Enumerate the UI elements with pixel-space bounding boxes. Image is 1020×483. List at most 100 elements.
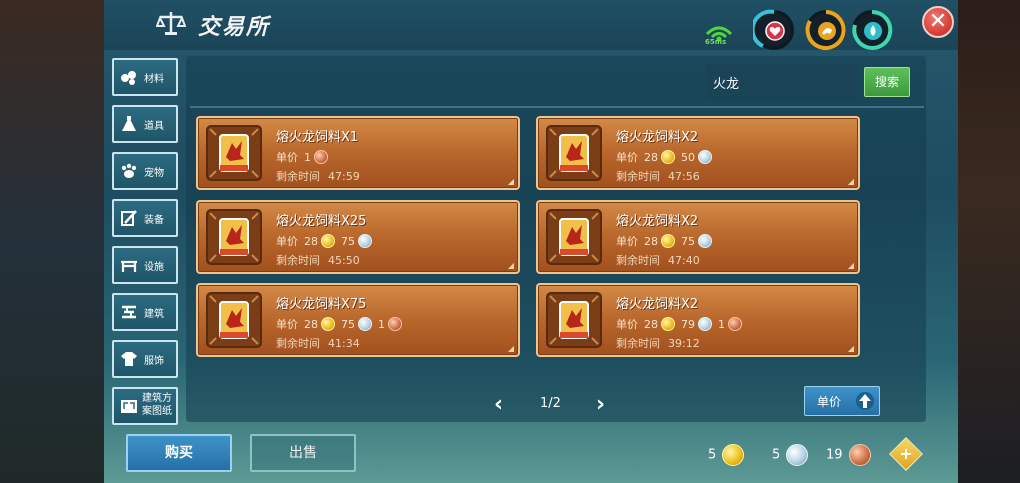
price-amount: 28 (304, 317, 318, 331)
listing-name: 熔火龙饲料X2 (616, 130, 699, 145)
time-remaining: 47:56 (668, 170, 700, 183)
listing-time: 剩余时间 39:12 (616, 335, 700, 351)
price-label: 单价 (616, 235, 638, 248)
time-remaining: 47:59 (328, 170, 360, 183)
listing-price: 单价 1 (276, 149, 334, 165)
window-title: 交易所 (198, 15, 271, 40)
silver-coin-icon (698, 234, 712, 248)
gold-coin-icon (321, 234, 335, 248)
listing-name: 熔火龙饲料X2 (616, 297, 699, 312)
clothing-icon (121, 352, 137, 366)
corner-ornament-icon: ◢ (507, 177, 514, 186)
sidebar-item-facility[interactable]: 设施 (112, 246, 178, 284)
listing-price: 单价 28 50 (616, 149, 718, 165)
price-label: 单价 (616, 318, 638, 331)
dragon-feed-icon (546, 292, 602, 348)
sort-by-price-button[interactable]: 单价 (804, 386, 880, 416)
corner-ornament-icon: ◢ (507, 261, 514, 270)
health-gauge[interactable] (753, 9, 794, 50)
price-amount: 75 (341, 234, 355, 248)
sidebar-item-props[interactable]: 道具 (112, 105, 178, 143)
silver-coin-icon (786, 444, 809, 466)
listing-card[interactable]: 熔火龙饲料X25 单价 28 75 剩余时间 45:50 ◢ (196, 200, 520, 274)
copper-coin-icon (728, 317, 742, 331)
arrow-up-icon (856, 392, 874, 410)
props-icon (122, 116, 136, 131)
sidebar-item-label: 材料 (144, 74, 164, 85)
sidebar-item-blueprint[interactable]: 建筑方案图纸 (112, 387, 178, 425)
time-remaining: 39:12 (668, 337, 700, 350)
listing-price: 单价 28 75 (276, 233, 378, 249)
listing-time: 剩余时间 47:56 (616, 168, 700, 184)
copper-amount: 19 (826, 447, 843, 463)
price-label: 单价 (276, 235, 298, 248)
search-input[interactable] (707, 64, 857, 100)
time-label: 剩余时间 (276, 170, 320, 183)
dragon-feed-icon (546, 125, 602, 181)
copper-coin-icon (848, 444, 871, 466)
dragon-feed-icon (206, 125, 262, 181)
corner-ornament-icon: ◢ (847, 344, 854, 353)
sidebar-item-pets[interactable]: 宠物 (112, 152, 178, 190)
listing-time: 剩余时间 47:59 (276, 168, 360, 184)
time-remaining: 41:34 (328, 337, 360, 350)
price-amount: 75 (341, 317, 355, 331)
background-right (958, 0, 1020, 483)
listing-time: 剩余时间 41:34 (276, 335, 360, 351)
wallet-gold: 5 (708, 444, 745, 466)
corner-ornament-icon: ◢ (847, 177, 854, 186)
sidebar-item-label: 设施 (144, 262, 164, 273)
close-button[interactable]: ✕ (922, 6, 954, 38)
sidebar-item-clothing[interactable]: 服饰 (112, 340, 178, 378)
add-currency-button[interactable]: + (889, 437, 923, 471)
hunger-gauge[interactable] (805, 10, 846, 50)
water-gauge[interactable] (852, 9, 893, 50)
price-label: 单价 (616, 151, 638, 164)
water-drop-icon (864, 22, 882, 40)
next-page-button[interactable]: › (596, 392, 605, 417)
listing-card[interactable]: 熔火龙饲料X2 单价 28 50 剩余时间 47:56 ◢ (536, 116, 860, 190)
prev-page-button[interactable]: ‹ (494, 392, 503, 417)
gold-amount: 5 (708, 447, 717, 463)
sidebar-item-building[interactable]: 建筑 (112, 293, 178, 331)
sidebar-item-equipment[interactable]: 装备 (112, 199, 178, 237)
listing-card[interactable]: 熔火龙饲料X2 单价 28 75 剩余时间 47:40 ◢ (536, 200, 860, 274)
price-label: 单价 (276, 151, 298, 164)
sidebar-item-label: 装备 (144, 215, 164, 226)
page-indicator: 1/2 (540, 396, 561, 411)
listing-card[interactable]: 熔火龙饲料X1 单价 1 剩余时间 47:59 ◢ (196, 116, 520, 190)
listing-card[interactable]: 熔火龙饲料X75 单价 28 75 1 剩余时间 41:34 ◢ (196, 283, 520, 357)
listing-name: 熔火龙饲料X25 (276, 214, 367, 229)
pet-icon (121, 163, 137, 178)
gold-coin-icon (321, 317, 335, 331)
copper-coin-icon (314, 150, 328, 164)
price-amount: 1 (304, 150, 311, 164)
silver-coin-icon (358, 234, 372, 248)
price-amount: 28 (644, 317, 658, 331)
listing-time: 剩余时间 45:50 (276, 252, 360, 268)
silver-coin-icon (358, 317, 372, 331)
sidebar-item-label: 道具 (144, 121, 164, 132)
corner-ornament-icon: ◢ (847, 261, 854, 270)
tab-buy[interactable]: 购买 (126, 434, 232, 472)
dragon-feed-icon (206, 209, 262, 265)
price-amount: 28 (644, 234, 658, 248)
search-button[interactable]: 搜索 (864, 67, 910, 97)
listing-card[interactable]: 熔火龙饲料X2 单价 28 79 1 剩余时间 39:12 ◢ (536, 283, 860, 357)
time-label: 剩余时间 (616, 170, 660, 183)
listing-price: 单价 28 75 1 (276, 316, 408, 332)
sidebar-item-label: 建筑 (144, 309, 164, 320)
network-latency: 65ms (705, 38, 727, 46)
exchange-window: 交易所 65ms ✕ 材料 道具 宠物 装备 设施 建筑 服饰 建筑方案图纸 火… (104, 0, 958, 483)
price-amount: 1 (378, 317, 385, 331)
dragon-feed-icon (546, 209, 602, 265)
silver-coin-icon (698, 317, 712, 331)
gold-coin-icon (661, 150, 675, 164)
price-amount: 75 (681, 234, 695, 248)
listing-name: 熔火龙饲料X1 (276, 130, 359, 145)
facility-icon (121, 260, 137, 272)
tab-sell[interactable]: 出售 (250, 434, 356, 472)
listing-name: 熔火龙饲料X75 (276, 297, 367, 312)
gold-coin-icon (661, 234, 675, 248)
sidebar-item-materials[interactable]: 材料 (112, 58, 178, 96)
